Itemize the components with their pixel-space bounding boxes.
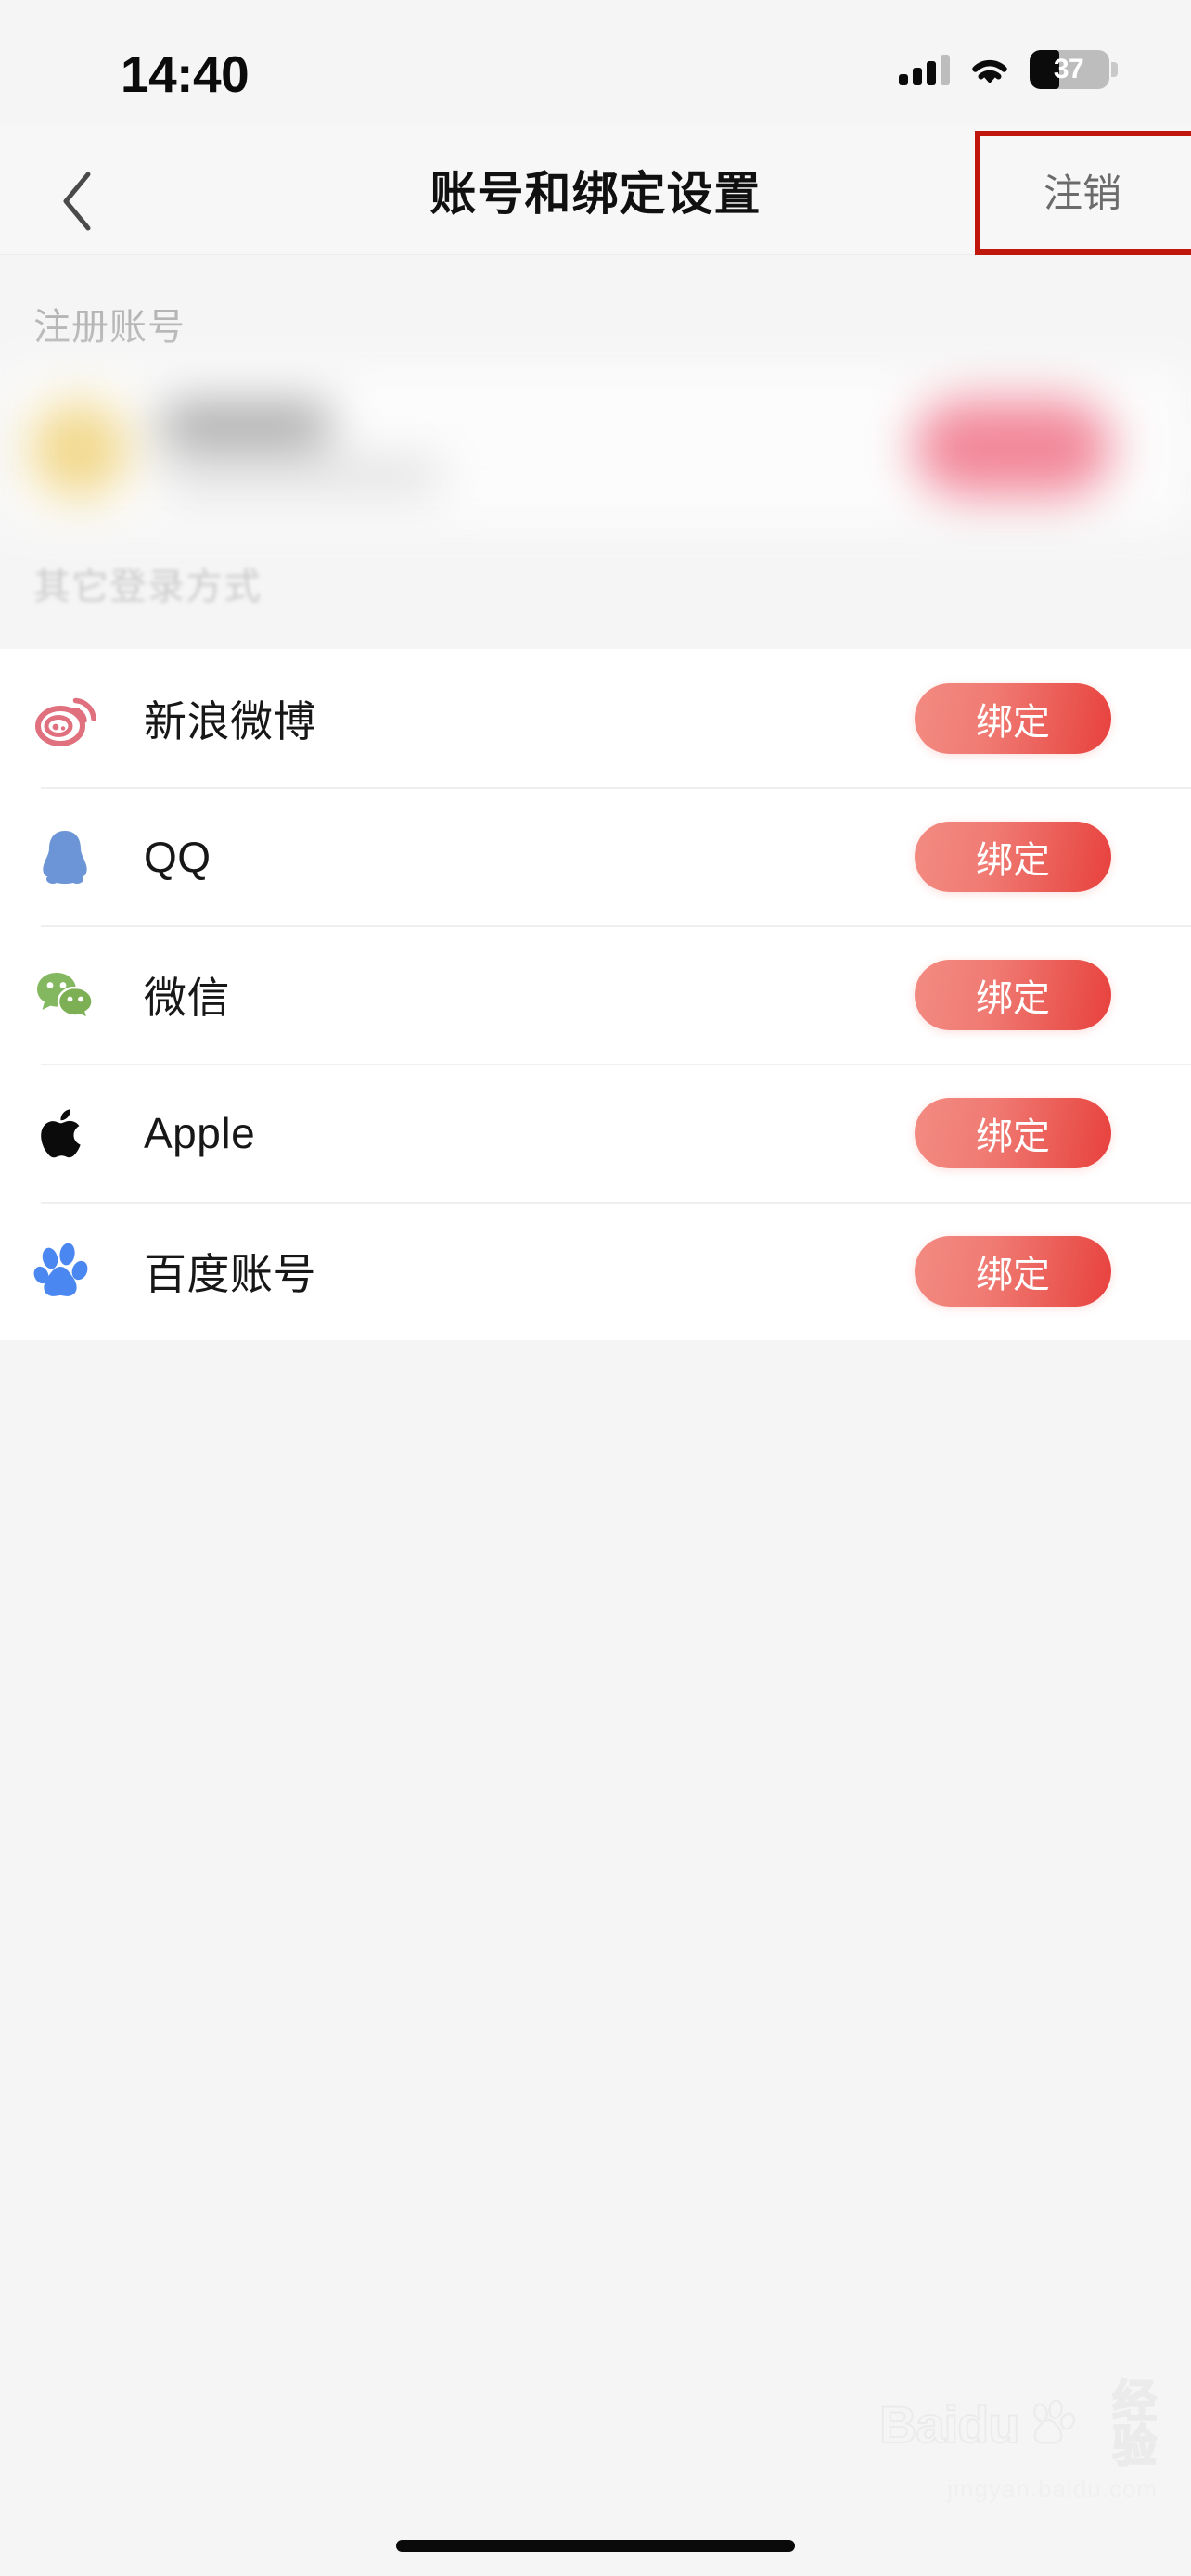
section-header-other-login-methods: 其它登录方式 xyxy=(33,567,262,607)
section-header-registered-account: 注册账号 xyxy=(33,307,186,348)
watermark-brand: Baidu xyxy=(878,2395,1021,2454)
baidu-icon xyxy=(33,1240,96,1303)
battery-icon: 37 xyxy=(1030,50,1118,89)
wechat-icon xyxy=(33,963,96,1027)
apple-icon xyxy=(33,1102,96,1165)
weibo-icon xyxy=(33,687,96,750)
bind-button[interactable]: 绑定 xyxy=(915,821,1111,892)
status-bar-clock: 14:40 xyxy=(121,45,250,103)
account-name-redacted xyxy=(162,405,329,444)
list-item[interactable]: 新浪微博 绑定 xyxy=(0,649,1191,787)
list-item[interactable]: 微信 绑定 xyxy=(0,925,1191,1064)
watermark-paw-icon xyxy=(1025,2397,1082,2454)
list-item[interactable]: Apple 绑定 xyxy=(0,1064,1191,1202)
login-methods-list: 新浪微博 绑定 QQ 绑定 微信 绑定 Apple 绑定 百度账号 绑定 xyxy=(0,649,1191,1340)
status-bar: 14:40 37 xyxy=(0,0,1191,125)
bind-button[interactable]: 绑定 xyxy=(915,959,1111,1030)
watermark: Baidu 经验 jingyan.baidu.com xyxy=(878,2378,1158,2504)
registered-account-row[interactable] xyxy=(0,366,1191,529)
watermark-url: jingyan.baidu.com xyxy=(947,2475,1158,2503)
list-item-label: 微信 xyxy=(144,973,230,1022)
list-item-label: Apple xyxy=(144,1108,256,1157)
cellular-signal-icon xyxy=(899,54,950,85)
qq-icon xyxy=(33,825,96,888)
status-bar-right: 37 xyxy=(899,46,1118,93)
list-item-label: 百度账号 xyxy=(144,1249,316,1298)
account-detail-redacted xyxy=(162,463,441,491)
logout-button[interactable]: 注销 xyxy=(974,125,1191,255)
list-item[interactable]: QQ 绑定 xyxy=(0,787,1191,925)
list-item-label: QQ xyxy=(144,832,211,881)
account-action-button-redacted[interactable] xyxy=(915,400,1111,496)
list-item[interactable]: 百度账号 绑定 xyxy=(0,1202,1191,1340)
nav-bar: 账号和绑定设置 注销 xyxy=(0,125,1191,255)
battery-percent-label: 37 xyxy=(1053,54,1084,84)
phone-screen: 14:40 37 账号和绑定设置 注销 注册账号 其它登录方式 新浪微博 绑定 … xyxy=(0,0,1191,2576)
list-item-label: 新浪微博 xyxy=(144,696,316,746)
bind-button[interactable]: 绑定 xyxy=(915,1097,1111,1168)
wifi-icon xyxy=(967,53,1013,86)
bind-button[interactable]: 绑定 xyxy=(915,682,1111,754)
home-indicator[interactable] xyxy=(396,2540,795,2552)
watermark-brand-cn: 经验 xyxy=(1111,2378,1158,2471)
avatar xyxy=(30,402,128,498)
bind-button[interactable]: 绑定 xyxy=(915,1235,1111,1307)
